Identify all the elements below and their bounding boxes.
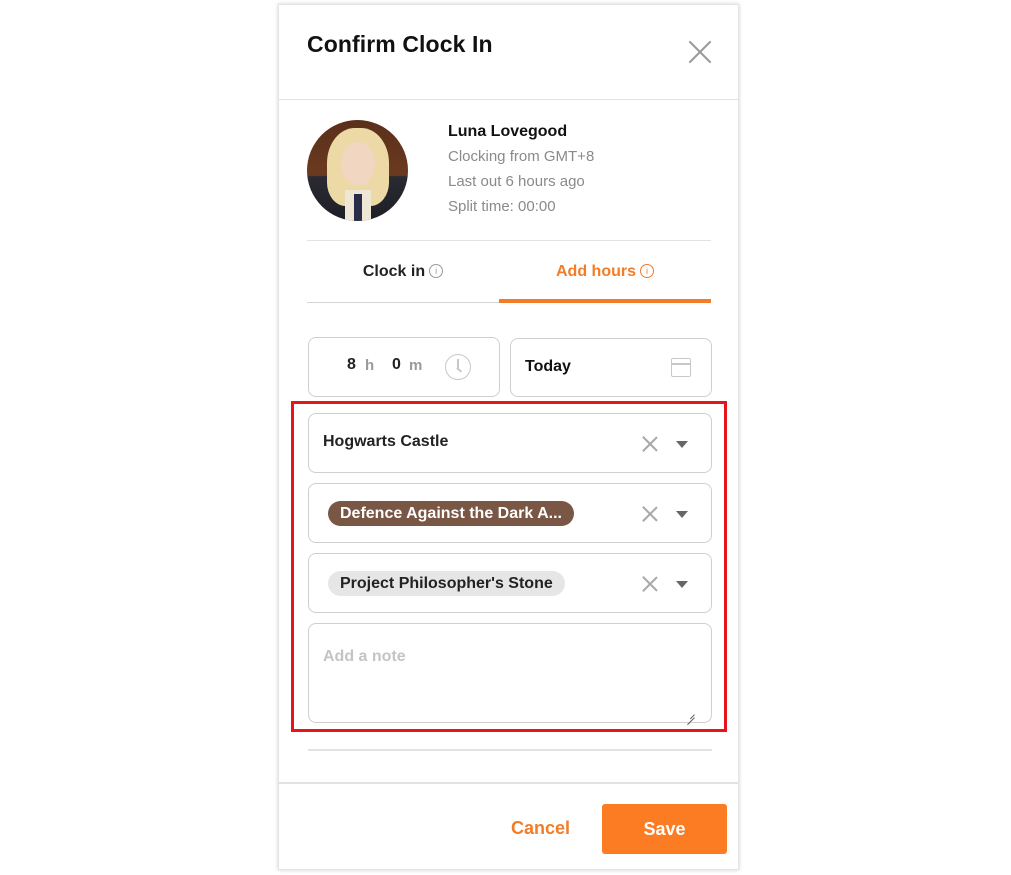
last-out-text: Last out 6 hours ago	[448, 173, 585, 190]
hours-value[interactable]: 8	[347, 356, 356, 374]
user-name: Luna Lovegood	[448, 123, 568, 140]
dialog-title: Confirm Clock In	[307, 31, 493, 57]
tab-add-hours[interactable]: Add hours i	[499, 255, 711, 303]
duration-input[interactable]: 8 h 0 m	[308, 337, 500, 397]
resize-handle-icon[interactable]	[687, 710, 695, 718]
chevron-down-icon[interactable]	[676, 581, 688, 588]
date-picker[interactable]: Today	[510, 338, 712, 397]
project-chip: Project Philosopher's Stone	[328, 571, 565, 596]
confirm-clock-in-dialog: Confirm Clock In Luna Lovegood Clocking …	[278, 4, 739, 870]
note-field[interactable]	[308, 623, 712, 723]
job-select[interactable]: Defence Against the Dark A...	[308, 483, 712, 543]
info-icon[interactable]: i	[640, 263, 654, 278]
hours-unit: h	[365, 357, 375, 374]
calendar-icon[interactable]	[671, 358, 691, 377]
avatar	[307, 120, 408, 221]
divider	[307, 240, 711, 241]
location-select[interactable]: Hogwarts Castle	[308, 413, 712, 473]
split-time-text: Split time: 00:00	[448, 198, 556, 215]
clear-icon[interactable]	[642, 506, 658, 522]
clock-icon	[445, 354, 471, 380]
date-value: Today	[525, 358, 571, 375]
tab-label: Add hours	[556, 263, 636, 280]
mode-tabs: Clock in i Add hours i	[307, 255, 711, 303]
tab-label: Clock in	[362, 263, 426, 280]
note-textarea[interactable]	[309, 624, 711, 722]
project-select[interactable]: Project Philosopher's Stone	[308, 553, 712, 613]
location-value: Hogwarts Castle	[323, 433, 449, 450]
dialog-header: Confirm Clock In	[279, 5, 738, 100]
clear-icon[interactable]	[642, 576, 658, 592]
save-button[interactable]: Save	[602, 804, 727, 854]
chevron-down-icon[interactable]	[676, 441, 688, 448]
cancel-button[interactable]: Cancel	[511, 818, 570, 839]
tab-clock-in[interactable]: Clock in i	[307, 255, 499, 303]
minutes-unit: m	[409, 357, 423, 374]
job-chip: Defence Against the Dark A...	[328, 501, 574, 526]
user-info: Luna Lovegood Clocking from GMT+8 Last o…	[448, 123, 594, 223]
footer-divider	[279, 782, 738, 784]
close-icon[interactable]	[687, 39, 713, 65]
clear-icon[interactable]	[642, 436, 658, 452]
info-icon[interactable]: i	[429, 263, 444, 278]
minutes-value[interactable]: 0	[392, 356, 401, 374]
chevron-down-icon[interactable]	[676, 511, 688, 518]
divider	[308, 749, 712, 751]
timezone-text: Clocking from GMT+8	[448, 148, 595, 165]
